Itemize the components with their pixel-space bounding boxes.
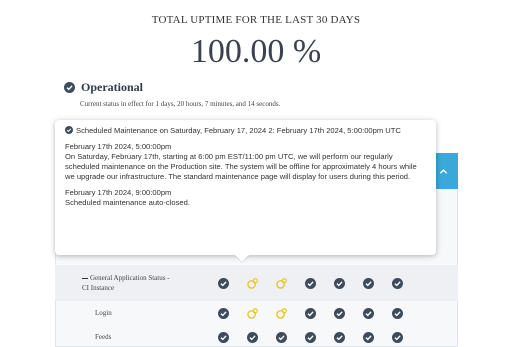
wrench-icon (276, 307, 287, 319)
day-status-cell[interactable] (325, 331, 354, 343)
check-circle-icon (64, 82, 75, 93)
day-status-cell[interactable] (296, 277, 325, 289)
check-circle-icon (247, 331, 258, 343)
update-text: Scheduled maintenance auto-closed. (65, 198, 190, 207)
check-circle-icon (218, 277, 229, 289)
uptime-value: 100.00 % (190, 33, 322, 70)
day-status-cell[interactable] (296, 331, 325, 343)
popover-update: February 17th 2024, 5:00:00pm On Saturda… (65, 142, 426, 182)
wrench-icon (276, 277, 287, 289)
day-status-cell[interactable] (296, 307, 325, 319)
day-status-cell[interactable] (267, 331, 296, 343)
component-label: Login (95, 309, 112, 317)
component-row[interactable]: Login (55, 302, 458, 324)
component-label: General Application Status - CI Instance (82, 274, 170, 292)
day-status-cell[interactable] (383, 307, 412, 319)
popover-title: Scheduled Maintenance on Saturday, Febru… (65, 126, 426, 136)
day-status-cell[interactable] (325, 307, 354, 319)
day-status-cell[interactable] (238, 277, 267, 289)
check-circle-icon (305, 277, 316, 289)
check-circle-icon (305, 307, 316, 319)
wrench-icon (247, 277, 258, 289)
day-status-cell[interactable] (354, 331, 383, 343)
check-circle-icon (305, 331, 316, 343)
update-text: On Saturday, February 17th, starting at … (65, 152, 417, 181)
day-status-cell[interactable] (354, 307, 383, 319)
day-status-cell[interactable] (238, 307, 267, 319)
check-circle-icon (276, 331, 287, 343)
popover-caret (235, 255, 249, 262)
collapse-dash-icon[interactable] (82, 277, 88, 280)
uptime-title: TOTAL UPTIME FOR THE LAST 30 DAYS (151, 14, 361, 26)
check-circle-icon (334, 277, 345, 289)
day-status-cell[interactable] (383, 331, 412, 343)
component-row[interactable]: Feeds (55, 326, 458, 347)
check-circle-icon (334, 331, 345, 343)
day-status-cell[interactable] (209, 277, 238, 289)
check-circle-icon (363, 307, 374, 319)
day-status-cell[interactable] (325, 277, 354, 289)
check-circle-icon (392, 277, 403, 289)
wrench-icon (247, 307, 258, 319)
day-status-cell[interactable] (354, 277, 383, 289)
day-status-cell[interactable] (267, 307, 296, 319)
check-circle-icon (363, 331, 374, 343)
day-status-cell[interactable] (383, 277, 412, 289)
status-header: Operational (64, 80, 143, 95)
check-circle-icon (218, 331, 229, 343)
check-circle-icon (363, 277, 374, 289)
component-row[interactable]: General Application Status - CI Instance (55, 265, 458, 301)
maintenance-popover: Scheduled Maintenance on Saturday, Febru… (55, 120, 436, 255)
update-date: February 17th 2024, 5:00:00pm (65, 142, 172, 151)
check-circle-icon (334, 307, 345, 319)
check-circle-icon (218, 307, 229, 319)
component-label: Feeds (95, 333, 112, 341)
status-duration-note: Current status in effect for 1 days, 20 … (80, 100, 281, 108)
day-cells (209, 265, 412, 301)
chevron-up-icon (439, 168, 448, 174)
check-circle-icon (65, 126, 73, 134)
status-label: Operational (81, 80, 143, 94)
update-date: February 17th 2024, 9:00:00pm (65, 188, 172, 197)
check-circle-icon (392, 331, 403, 343)
check-circle-icon (392, 307, 403, 319)
day-status-cell[interactable] (267, 277, 296, 289)
day-status-cell[interactable] (209, 307, 238, 319)
day-cells (209, 326, 412, 347)
day-status-cell[interactable] (238, 331, 267, 343)
popover-update: February 17th 2024, 9:00:00pm Scheduled … (65, 188, 426, 208)
day-cells (209, 302, 412, 324)
day-status-cell[interactable] (209, 331, 238, 343)
